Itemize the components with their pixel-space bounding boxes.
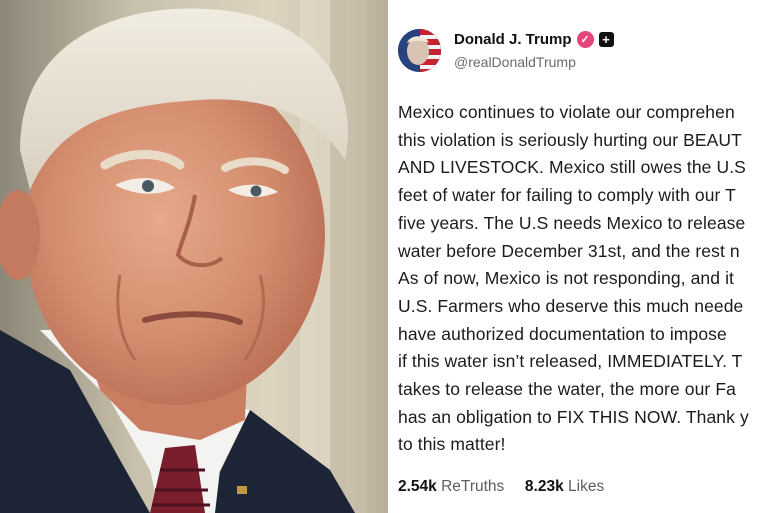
post-stats: 2.54k ReTruths 8.23k Likes: [398, 478, 604, 496]
author-row: Donald J. Trump ✓ +: [454, 31, 614, 48]
post-line: AND LIVESTOCK. Mexico still owes the U.S: [398, 157, 746, 178]
post-line: water before December 31st, and the rest…: [398, 240, 740, 261]
author-handle[interactable]: @realDonaldTrump: [454, 54, 576, 70]
post-line: As of now, Mexico is not responding, and…: [398, 268, 735, 289]
retruths-count[interactable]: 2.54k: [398, 478, 437, 495]
post-line: five years. The U.S needs Mexico to rele…: [398, 212, 746, 233]
portrait-illustration: [0, 0, 388, 513]
post-line: Mexico continues to violate our comprehe…: [398, 102, 735, 122]
plus-badge-icon: +: [598, 32, 614, 47]
author-name[interactable]: Donald J. Trump: [454, 31, 572, 48]
verified-badge-icon: ✓: [576, 31, 594, 48]
post-body: Mexico continues to violate our comprehe…: [398, 99, 770, 459]
post-line: U.S. Farmers who deserve this much neede: [398, 295, 744, 316]
post-line: has an obligation to FIX THIS NOW. Thank…: [398, 406, 749, 427]
post-line: this violation is seriously hurting our …: [398, 129, 742, 150]
likes-count[interactable]: 8.23k: [525, 478, 564, 495]
post-line: takes to release the water, the more our…: [398, 379, 736, 400]
avatar-image: [398, 29, 441, 72]
post-line: have authorized documentation to impose: [398, 323, 727, 344]
avatar[interactable]: [398, 29, 441, 72]
post-line: to this matter!: [398, 434, 506, 455]
post-line: if this water isn’t released, IMMEDIATEL…: [398, 351, 743, 372]
likes-label[interactable]: Likes: [568, 478, 604, 495]
retruths-label[interactable]: ReTruths: [441, 478, 504, 495]
social-post: Donald J. Trump ✓ + @realDonaldTrump Mex…: [391, 0, 770, 513]
news-photo: [0, 0, 388, 513]
post-line: feet of water for failing to comply with…: [398, 185, 736, 206]
